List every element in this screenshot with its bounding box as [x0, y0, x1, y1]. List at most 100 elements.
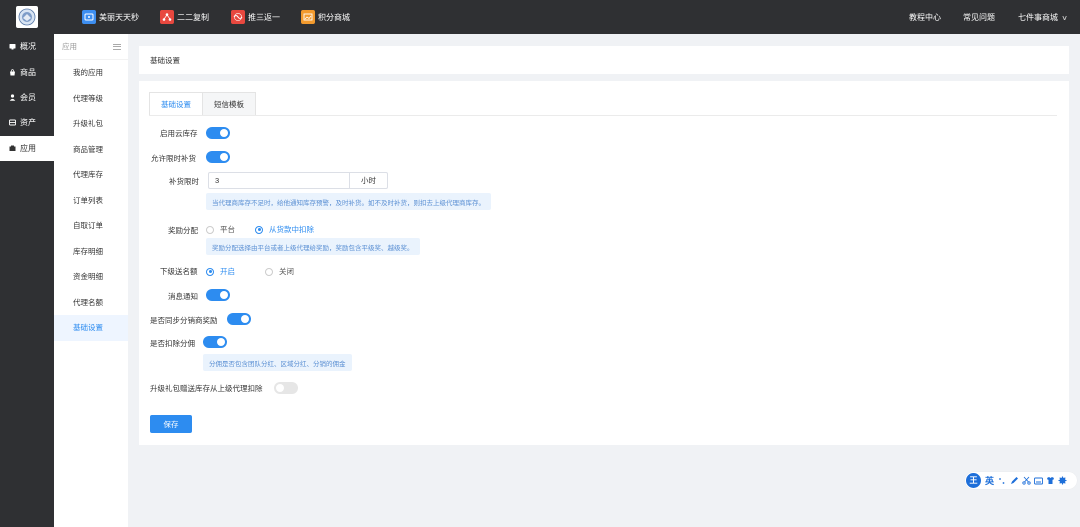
timed-restock-label: 允许限时补货 [151, 154, 196, 163]
reward-option-platform[interactable]: 平台 [206, 224, 235, 235]
toggle-knob [241, 315, 249, 323]
submenu-item-agent-quota[interactable]: 代理名额 [54, 290, 128, 316]
keyboard-icon[interactable] [1033, 476, 1043, 486]
restock-limit-hint: 当代理商库存不足时，给他通知库存预警，及时补货。如不及时补货，则扣去上级代理商库… [206, 193, 491, 210]
app-link-label: 美丽天天秒 [99, 12, 139, 22]
toggle-knob [276, 384, 284, 392]
submenu-title: 应用 [62, 42, 77, 51]
settings-tabs: 基础设置 短信模板 [149, 92, 256, 116]
sidebar-item-member[interactable]: 会员 [0, 85, 54, 110]
main-sidebar: 概况 商品 会员 资产 应用 [0, 34, 54, 527]
sidebar-item-label: 会员 [20, 92, 36, 102]
toggle-knob [220, 291, 228, 299]
pen-icon[interactable] [1009, 476, 1019, 486]
restock-hours-input[interactable] [209, 173, 349, 188]
member-icon [9, 94, 16, 101]
asset-icon [9, 119, 16, 126]
submenu-item-fund-detail[interactable]: 资金明细 [54, 264, 128, 290]
radio-label: 关闭 [279, 267, 294, 276]
subordinate-quota-label: 下级送名额 [160, 267, 198, 276]
app-link-referral[interactable]: 推三返一 [231, 10, 280, 24]
message-notify-toggle[interactable] [206, 289, 230, 301]
app-link-miaosha[interactable]: 美丽天天秒 [82, 10, 139, 24]
app-icon [9, 145, 16, 152]
brand-logo[interactable] [16, 6, 38, 28]
faq-link[interactable]: 常见问题 [963, 12, 995, 23]
reward-distribution-hint: 奖励分配选择由平台或者上级代理给奖励，奖励包含平级奖、越级奖。 [206, 238, 420, 255]
submenu-item-agent-level[interactable]: 代理等级 [54, 86, 128, 112]
menu-collapse-icon[interactable] [113, 43, 121, 50]
tab-basic-settings[interactable]: 基础设置 [149, 92, 203, 116]
submenu-item-order-list[interactable]: 订单列表 [54, 188, 128, 214]
quota-option-off[interactable]: 关闭 [265, 266, 294, 277]
sidebar-item-goods[interactable]: 商品 [0, 59, 54, 84]
app-link-label: 积分商城 [318, 12, 350, 22]
sidebar-item-label: 商品 [20, 67, 36, 77]
punctuation-icon[interactable] [997, 476, 1007, 486]
sidebar-item-asset[interactable]: 资产 [0, 110, 54, 135]
sync-distributor-reward-label: 是否同步分销商奖励 [150, 316, 218, 325]
deduct-commission-hint: 分佣是否包含团队分红、区域分红、分销的佣金 [203, 354, 352, 371]
toggle-knob [220, 129, 228, 137]
overview-icon [9, 43, 16, 50]
restock-limit-field: 小时 [208, 172, 388, 189]
tabs-divider [149, 115, 1057, 116]
cloud-stock-toggle[interactable] [206, 127, 230, 139]
logo-container[interactable] [0, 0, 54, 34]
page-title: 基础设置 [150, 55, 180, 65]
radio-circle [206, 267, 214, 276]
app-submenu: 应用 我的应用 代理等级 升级礼包 商品管理 代理库存 订单列表 自取订单 库存… [54, 34, 128, 527]
submenu-item-goods-manage[interactable]: 商品管理 [54, 137, 128, 163]
ime-language-toggle[interactable]: 英 [985, 474, 994, 487]
submenu-item-my-apps[interactable]: 我的应用 [54, 60, 128, 86]
app-link-points-mall[interactable]: 积分商城 [301, 10, 350, 24]
submenu-item-stock-detail[interactable]: 库存明细 [54, 239, 128, 265]
deduct-commission-label: 是否扣除分佣 [150, 339, 195, 348]
sidebar-item-overview[interactable]: 概况 [0, 34, 54, 59]
goods-icon [9, 68, 16, 76]
reward-option-deduct-payment[interactable]: 从货款中扣除 [255, 224, 314, 235]
upgrade-gift-deduct-toggle[interactable] [274, 382, 298, 394]
radio-label: 开启 [220, 267, 235, 276]
tab-sms-template[interactable]: 短信模板 [203, 92, 256, 116]
radio-circle [206, 225, 214, 234]
tutorial-center-link[interactable]: 教程中心 [909, 12, 941, 23]
coupon-icon [82, 10, 96, 24]
handshake-icon [231, 10, 245, 24]
gear-icon[interactable] [1057, 476, 1067, 486]
app-link-label: 二二复制 [177, 12, 209, 22]
deduct-commission-toggle[interactable] [203, 336, 227, 348]
submenu-item-upgrade-gift[interactable]: 升级礼包 [54, 111, 128, 137]
scissors-icon[interactable] [1021, 476, 1031, 486]
shop-dropdown[interactable]: 七件事商城 ∨ [1018, 12, 1068, 23]
timed-restock-toggle[interactable] [206, 151, 230, 163]
app-link-copy[interactable]: 二二复制 [160, 10, 209, 24]
submenu-item-agent-stock[interactable]: 代理库存 [54, 162, 128, 188]
sync-distributor-reward-toggle[interactable] [227, 313, 251, 325]
radio-label: 平台 [220, 225, 235, 234]
ime-logo[interactable]: 王 [966, 473, 981, 488]
message-notify-label: 消息通知 [168, 292, 198, 301]
save-button[interactable]: 保存 [150, 415, 192, 433]
chevron-down-icon: ∨ [1061, 15, 1068, 22]
image-icon [301, 10, 315, 24]
upgrade-gift-deduct-label: 升级礼包赠送库存从上级代理扣除 [150, 384, 263, 393]
sidebar-item-label: 资产 [20, 118, 36, 128]
reward-distribution-label: 奖励分配 [168, 226, 198, 235]
reward-distribution-radios: 平台 从货款中扣除 [206, 224, 334, 235]
sidebar-item-label: 应用 [20, 143, 36, 153]
submenu-item-basic-settings[interactable]: 基础设置 [54, 315, 128, 341]
sidebar-item-label: 概况 [20, 42, 36, 52]
sidebar-item-app[interactable]: 应用 [0, 135, 54, 161]
toggle-knob [217, 338, 225, 346]
share-icon [160, 10, 174, 24]
submenu-item-pickup-orders[interactable]: 自取订单 [54, 213, 128, 239]
restock-unit-suffix: 小时 [349, 173, 387, 188]
settings-card: 基础设置 短信模板 启用云库存 允许限时补货 补货限时 小时 当代理商库存不足时… [139, 81, 1069, 445]
breadcrumb: 基础设置 [139, 46, 1069, 74]
app-link-label: 推三返一 [248, 12, 280, 22]
toggle-knob [220, 153, 228, 161]
shirt-icon[interactable] [1045, 476, 1055, 486]
cloud-stock-label: 启用云库存 [160, 129, 198, 138]
quota-option-on[interactable]: 开启 [206, 266, 235, 277]
